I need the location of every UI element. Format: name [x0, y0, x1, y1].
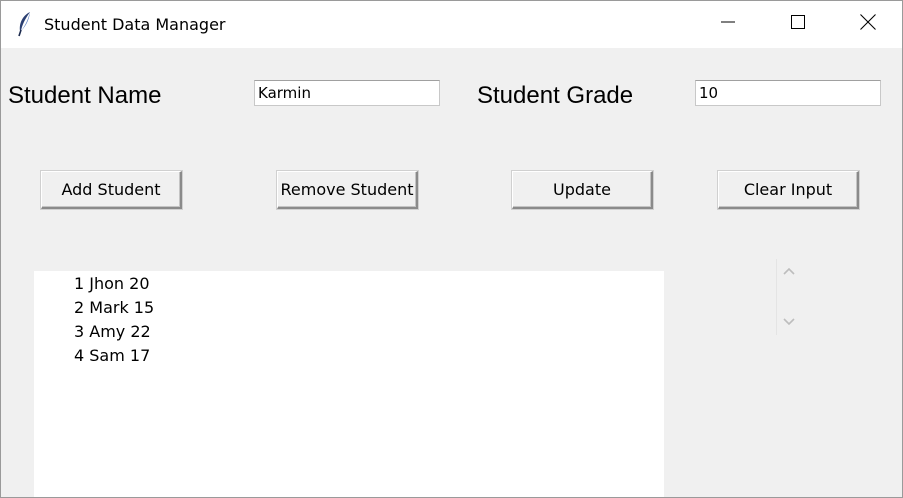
- title-bar[interactable]: Student Data Manager: [1, 1, 902, 48]
- update-button[interactable]: Update: [512, 171, 653, 209]
- chevron-down-icon[interactable]: [781, 314, 797, 330]
- maximize-icon: [791, 15, 805, 34]
- close-icon: [860, 14, 876, 35]
- app-window: Student Data Manager Student Name Studen…: [0, 0, 903, 498]
- maximize-button[interactable]: [775, 1, 821, 48]
- vertical-scrollbar[interactable]: [776, 259, 801, 335]
- list-item[interactable]: 3 Amy 22: [74, 320, 664, 344]
- student-listbox[interactable]: 1 Jhon 20 2 Mark 15 3 Amy 22 4 Sam 17: [34, 271, 664, 497]
- add-student-button[interactable]: Add Student: [41, 171, 182, 209]
- student-grade-label: Student Grade: [477, 82, 634, 109]
- close-button[interactable]: [845, 1, 891, 48]
- feather-icon: [15, 11, 35, 37]
- list-item[interactable]: 4 Sam 17: [74, 344, 664, 368]
- student-name-input[interactable]: [254, 80, 440, 106]
- chevron-up-icon[interactable]: [781, 263, 797, 279]
- student-name-label: Student Name: [8, 82, 162, 109]
- minimize-button[interactable]: [705, 1, 751, 48]
- minimize-icon: [721, 15, 735, 34]
- list-item[interactable]: 1 Jhon 20: [74, 272, 664, 296]
- list-item[interactable]: 2 Mark 15: [74, 296, 664, 320]
- clear-input-button[interactable]: Clear Input: [718, 171, 859, 209]
- student-grade-input[interactable]: [695, 80, 881, 106]
- remove-student-button[interactable]: Remove Student: [277, 171, 418, 209]
- window-title: Student Data Manager: [44, 15, 226, 34]
